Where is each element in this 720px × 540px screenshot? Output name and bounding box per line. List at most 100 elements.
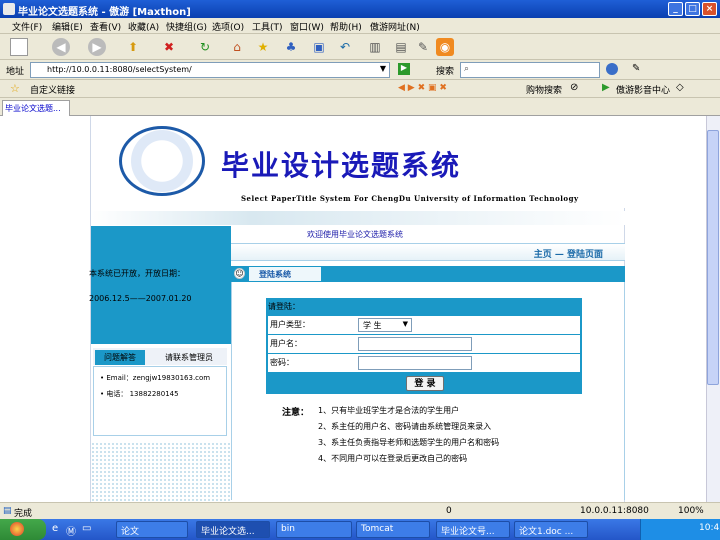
zoom-level[interactable]: 100% xyxy=(678,506,704,516)
menu-edit[interactable]: 编辑(E) xyxy=(52,20,83,33)
media-center-link[interactable]: 傲游影音中心 xyxy=(616,83,670,96)
menu-options[interactable]: 选项(O) xyxy=(212,20,244,33)
task-bin[interactable]: bin xyxy=(276,521,352,538)
username-input[interactable] xyxy=(358,337,472,351)
groups-icon[interactable]: ♣ xyxy=(282,38,300,56)
search-input[interactable]: ⌕ xyxy=(460,62,600,78)
sidebar-icon[interactable]: ▤ xyxy=(392,38,410,56)
login-header: ☺ 登陆系统 xyxy=(231,266,625,282)
address-bar: 地址 http://10.0.0.11:8080/selectSystem/ ▼… xyxy=(0,60,720,80)
smiley-icon: ☺ xyxy=(234,268,245,279)
tab-bar: 毕业论文选题... xyxy=(0,98,720,116)
ie-icon[interactable]: e xyxy=(52,523,58,534)
search-icon: ⌕ xyxy=(464,64,470,74)
rss-icon[interactable]: ◉ xyxy=(436,38,454,56)
user-type-label: 用户类型： xyxy=(270,320,310,329)
breadcrumb[interactable]: 主页 — 登陆页面 xyxy=(534,247,603,260)
tab-selectsystem[interactable]: 毕业论文选题... xyxy=(2,100,70,116)
highlight-icon[interactable]: ✎ xyxy=(632,63,640,74)
screen-icon[interactable]: ▣ xyxy=(310,38,328,56)
notes-title: 注意： xyxy=(282,408,310,418)
menu-view[interactable]: 查看(V) xyxy=(90,20,121,33)
menu-file[interactable]: 文件(F) xyxy=(12,20,42,33)
menu-groups[interactable]: 快捷组(G) xyxy=(166,20,207,33)
task-tomcat[interactable]: Tomcat xyxy=(356,521,430,538)
custom-link[interactable]: 自定义链接 xyxy=(30,83,75,96)
tab-contact-admin[interactable]: 请联系管理员 xyxy=(153,350,225,365)
menu-tools[interactable]: 工具(T) xyxy=(252,20,283,33)
arrow-left-icon[interactable]: ◀ ▶ ✖ ▣ ✖ xyxy=(398,83,447,93)
address-dropdown-icon[interactable]: ▼ xyxy=(380,64,386,73)
login-button[interactable]: 登 录 xyxy=(406,376,444,391)
window-title: 毕业论文选题系统 - 傲游 [Maxthon] xyxy=(18,7,191,18)
contact-phone: • 电话： 13882280145 xyxy=(100,390,179,398)
task-word-2[interactable]: 论文1.doc ... xyxy=(514,521,588,538)
user-type-row: 用户类型： 学 生 ▼ xyxy=(268,316,580,334)
contact-email: • Email：zengjw19830163.com xyxy=(100,374,211,382)
notice-box: 本系统已开放，开放日期： 2006.12.5——2007.01.20 xyxy=(89,226,231,344)
task-word-1[interactable]: 毕业论文号... xyxy=(436,521,510,538)
menu-maxthon-sites[interactable]: 傲游网址(N) xyxy=(370,20,420,33)
web-page: 毕业设计选题系统 Select PaperTitle System For Ch… xyxy=(89,116,626,502)
nav-bar: 主页 — 登陆页面 xyxy=(231,243,625,261)
form-prompt: 请登陆： xyxy=(268,302,300,311)
stop-icon[interactable]: ✖ xyxy=(160,38,178,56)
university-logo xyxy=(119,126,205,196)
menu-window[interactable]: 窗口(W) xyxy=(290,20,324,33)
address-label: 地址 xyxy=(6,67,25,77)
toolbar: ◀ ▶ ⬆ ✖ ↻ ⌂ ★ ♣ ▣ ↶ ▥ ▤ ✎ ◉ xyxy=(0,34,720,60)
shopping-search-link[interactable]: 购物搜索 xyxy=(526,83,562,96)
search-label: 搜索 xyxy=(436,67,455,77)
menu-help[interactable]: 帮助(H) xyxy=(330,20,362,33)
start-button[interactable] xyxy=(0,519,46,540)
scrollbar-thumb[interactable] xyxy=(707,130,719,385)
login-form: 请登陆： 用户类型： 学 生 ▼ 用户名： 密码： 登 录 xyxy=(266,298,582,394)
page-content: 毕业设计选题系统 Select PaperTitle System For Ch… xyxy=(0,116,706,502)
user-type-select[interactable]: 学 生 ▼ xyxy=(358,318,412,332)
login-header-title: 登陆系统 xyxy=(249,267,321,281)
favbar-controls: ◀ ▶ ✖ ▣ ✖ xyxy=(398,83,518,95)
compass-icon[interactable]: ⊘ xyxy=(570,82,578,93)
up-icon[interactable]: ⬆ xyxy=(124,38,142,56)
refresh-icon[interactable]: ↻ xyxy=(196,38,214,56)
banner: 毕业设计选题系统 Select PaperTitle System For Ch… xyxy=(91,116,626,208)
go-icon[interactable]: ▶ xyxy=(398,63,410,75)
home-icon[interactable]: ⌂ xyxy=(228,38,246,56)
status-ip: 10.0.0.11:8080 xyxy=(580,506,649,516)
maximize-button[interactable]: □ xyxy=(685,2,700,16)
minimize-button[interactable]: _ xyxy=(668,2,683,16)
username-label: 用户名： xyxy=(270,339,302,348)
maxthon-icon[interactable]: Ⓜ xyxy=(66,523,76,538)
address-url: http://10.0.0.11:8080/selectSystem/ xyxy=(47,65,192,74)
left-tabs: 问题解答 请联系管理员 xyxy=(93,348,227,365)
folder-icon[interactable]: ▭ xyxy=(82,523,91,534)
undo-icon[interactable]: ↶ xyxy=(336,38,354,56)
close-button[interactable]: × xyxy=(702,2,717,16)
windows-logo-icon xyxy=(10,522,24,536)
new-page-icon[interactable] xyxy=(10,38,28,56)
search-engine-icon[interactable] xyxy=(606,63,618,75)
favorites-star-icon[interactable]: ★ xyxy=(254,38,272,56)
forward-icon[interactable]: ▶ xyxy=(88,38,106,56)
back-icon[interactable]: ◀ xyxy=(52,38,70,56)
password-input[interactable] xyxy=(358,356,472,370)
decorative-band xyxy=(91,211,626,225)
task-lunwen[interactable]: 论文 xyxy=(116,521,188,538)
tab-help[interactable]: 问题解答 xyxy=(95,350,145,365)
taskbar: e Ⓜ ▭ 论文 毕业论文选... bin Tomcat 毕业论文号... 论文… xyxy=(0,519,720,540)
edit-icon[interactable]: ✎ xyxy=(414,38,432,56)
system-tray: 10:45 xyxy=(640,519,720,540)
note-item: 3、系主任负责指导老师和选题学生的用户名和密码 xyxy=(318,438,500,447)
dot-pattern xyxy=(91,442,231,502)
menu-favorites[interactable]: 收藏(A) xyxy=(128,20,159,33)
app-icon xyxy=(3,3,15,15)
columns-icon[interactable]: ▥ xyxy=(366,38,384,56)
task-browser[interactable]: 毕业论文选... xyxy=(196,521,270,538)
page-icon: ▤ xyxy=(3,506,12,516)
address-input[interactable]: http://10.0.0.11:8080/selectSystem/ ▼ xyxy=(30,62,390,78)
status-count: 0 xyxy=(446,506,452,516)
diamond-icon[interactable]: ◇ xyxy=(676,82,684,93)
status-bar: ▤ 完成 0 10.0.0.11:8080 100% xyxy=(0,502,720,519)
status-text: 完成 xyxy=(14,509,33,519)
password-label: 密码： xyxy=(270,358,294,367)
